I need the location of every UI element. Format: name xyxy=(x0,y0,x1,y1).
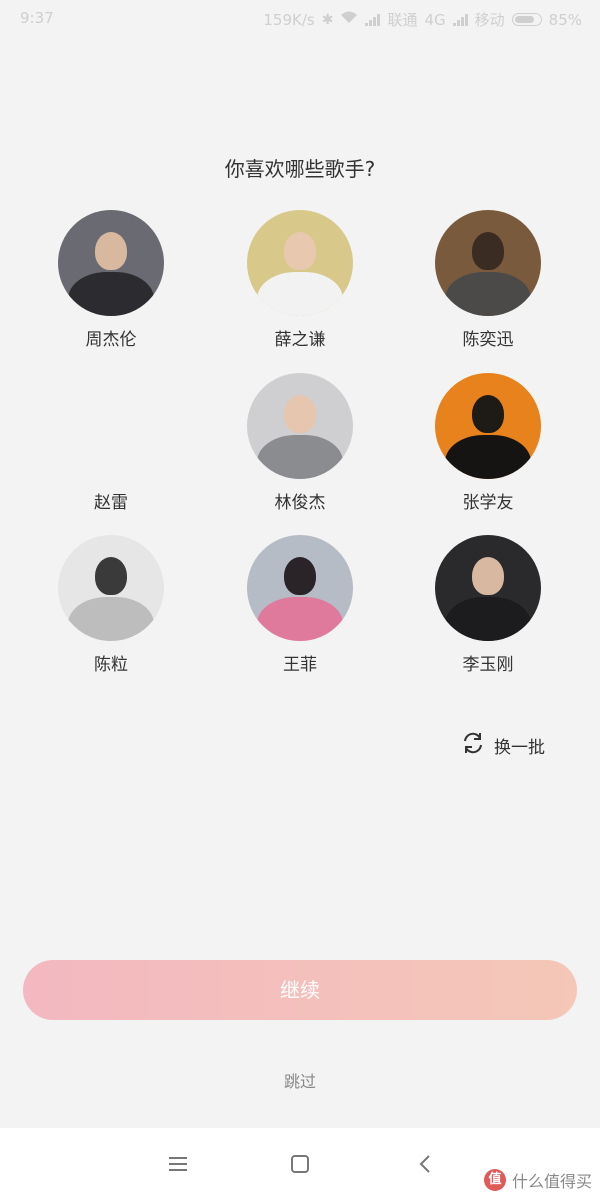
singer-name: 王菲 xyxy=(283,655,317,675)
refresh-label: 换一批 xyxy=(494,738,545,758)
watermark-logo-icon: 值 xyxy=(483,1169,506,1191)
carrier-2: 移动 xyxy=(474,11,505,29)
singer-avatar[interactable] xyxy=(247,210,353,316)
singer-name: 周杰伦 xyxy=(85,330,137,350)
singer-avatar[interactable] xyxy=(435,210,541,316)
singer-item[interactable]: 赵雷 xyxy=(56,373,166,513)
singer-name: 赵雷 xyxy=(94,493,128,513)
singer-avatar[interactable] xyxy=(58,210,164,316)
watermark: 值 什么值得买 xyxy=(483,1168,592,1192)
battery-icon xyxy=(511,13,542,26)
signal-icon-1 xyxy=(365,13,381,26)
singer-name: 张学友 xyxy=(462,493,514,513)
carrier-1: 联通 xyxy=(387,11,418,29)
page-question: 你喜欢哪些歌手? xyxy=(224,157,376,181)
singer-avatar[interactable] xyxy=(435,535,541,641)
battery-level: 85% xyxy=(548,10,582,29)
singer-name: 李玉刚 xyxy=(462,655,514,675)
wifi-icon xyxy=(340,11,358,28)
singer-name: 陈粒 xyxy=(94,655,128,675)
singer-item[interactable]: 周杰伦 xyxy=(56,210,166,350)
bluetooth-icon: ✱ xyxy=(321,11,334,28)
status-bar: 9:37 159K/s ✱ 联通 4G 移动 85% xyxy=(0,0,600,36)
singer-name: 林俊杰 xyxy=(274,493,326,513)
singer-item[interactable]: 林俊杰 xyxy=(245,373,355,513)
singer-item[interactable]: 王菲 xyxy=(245,535,355,675)
singer-avatar[interactable] xyxy=(247,373,353,479)
singer-avatar[interactable] xyxy=(435,373,541,479)
singer-name: 薛之谦 xyxy=(274,330,326,350)
status-time: 9:37 xyxy=(20,9,54,27)
signal-icon-2 xyxy=(452,13,468,26)
refresh-button[interactable]: 换一批 xyxy=(460,730,545,761)
network-speed: 159K/s xyxy=(263,10,315,29)
singer-item[interactable]: 陈奕迅 xyxy=(433,210,543,350)
system-nav-bar: 值 什么值得买 xyxy=(0,1128,600,1200)
singer-item[interactable]: 李玉刚 xyxy=(433,535,543,675)
menu-icon[interactable] xyxy=(166,1152,190,1176)
watermark-text: 什么值得买 xyxy=(511,1172,592,1191)
singer-item[interactable]: 张学友 xyxy=(433,373,543,513)
continue-button[interactable]: 继续 xyxy=(23,960,577,1020)
singer-avatar[interactable] xyxy=(58,535,164,641)
singer-name: 陈奕迅 xyxy=(462,330,514,350)
network-type: 4G xyxy=(424,10,446,29)
singer-item[interactable]: 薛之谦 xyxy=(245,210,355,350)
refresh-icon xyxy=(460,730,486,761)
singer-avatar[interactable] xyxy=(247,535,353,641)
back-icon[interactable] xyxy=(414,1152,438,1176)
skip-link[interactable]: 跳过 xyxy=(0,1068,600,1092)
singer-item[interactable]: 陈粒 xyxy=(56,535,166,675)
home-icon[interactable] xyxy=(288,1152,312,1176)
status-right: 159K/s ✱ 联通 4G 移动 85% xyxy=(263,9,582,30)
